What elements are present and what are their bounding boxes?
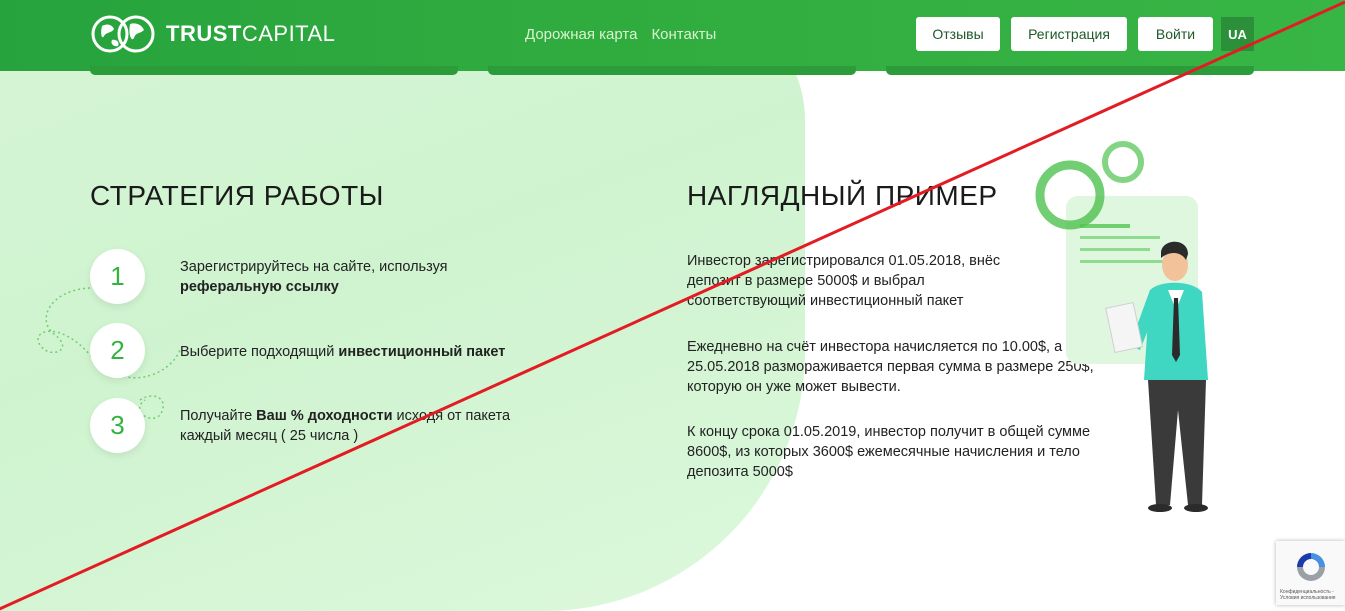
globe-logo-icon: [91, 15, 155, 53]
step-3-bold: Ваш % доходности: [256, 408, 393, 424]
brand-bold: TRUST: [166, 21, 242, 46]
reviews-button[interactable]: Отзывы: [916, 17, 1000, 51]
businessman-illustration: [1035, 141, 1208, 512]
top-header: TRUSTCAPITAL Дорожная карта Контакты Отз…: [0, 0, 1345, 71]
nav-contacts[interactable]: Контакты: [651, 26, 716, 43]
logo[interactable]: TRUSTCAPITAL: [90, 14, 335, 54]
referral-link[interactable]: реферальную ссылку: [180, 279, 339, 295]
step-number-3: 3: [90, 398, 145, 453]
card-tab-strip: [488, 66, 856, 75]
step-2-bold: инвестиционный пакет: [338, 344, 506, 360]
step-text-3: Получайте Ваш % доходности исходя от пак…: [180, 406, 545, 446]
recaptcha-privacy-text[interactable]: Конфиденциальность - Условия использован…: [1280, 589, 1344, 601]
card-tab-strip: [886, 66, 1254, 75]
step-1-text: Зарегистрируйтесь на сайте, используя: [180, 259, 448, 275]
brand-light: CAPITAL: [241, 21, 336, 46]
step-number-2: 2: [90, 323, 145, 378]
step-text-1: Зарегистрируйтесь на сайте, используя ре…: [180, 257, 560, 297]
recaptcha-badge[interactable]: Конфиденциальность - Условия использован…: [1276, 541, 1345, 605]
step-3-text-a: Получайте: [180, 408, 257, 424]
nav-roadmap[interactable]: Дорожная карта: [525, 26, 637, 43]
example-paragraph-1: Инвестор зарегистрировался 01.05.2018, в…: [687, 253, 1001, 309]
step-2-text: Выберите подходящий: [180, 344, 339, 360]
main-nav: Дорожная карта Контакты: [525, 26, 716, 43]
card-tab-strip: [90, 66, 458, 75]
step-text-2: Выберите подходящий инвестиционный пакет: [180, 342, 560, 362]
login-button[interactable]: Войти: [1138, 17, 1213, 51]
step-number-1: 1: [90, 249, 145, 304]
strategy-title: СТРАТЕГИЯ РАБОТЫ: [90, 180, 384, 211]
recaptcha-icon: [1297, 553, 1325, 581]
brand-name: TRUSTCAPITAL: [166, 21, 335, 47]
example-title: НАГЛЯДНЫЙ ПРИМЕР: [687, 180, 998, 211]
register-button[interactable]: Регистрация: [1011, 17, 1127, 51]
language-switch-button[interactable]: UA: [1221, 17, 1254, 51]
